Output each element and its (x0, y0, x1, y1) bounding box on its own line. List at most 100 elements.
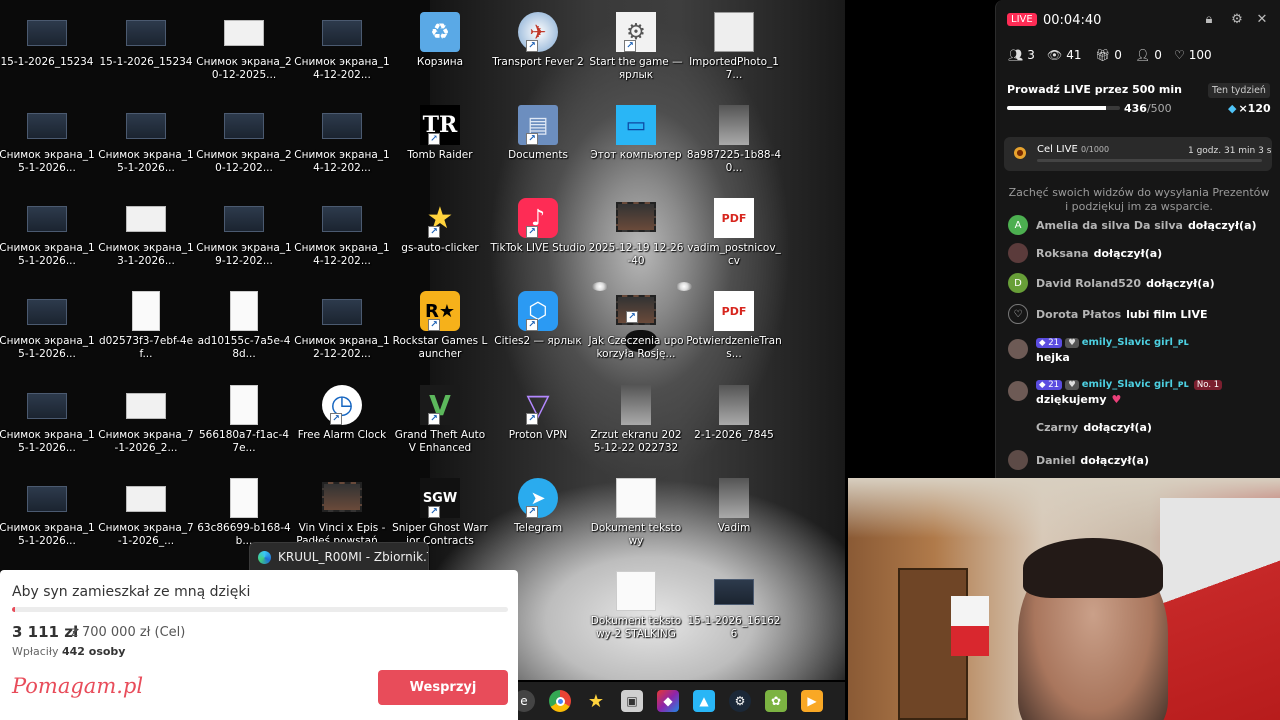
desktop-icon[interactable]: 8a987225-1b88-40... (686, 99, 782, 193)
goal-period-badge[interactable]: Ten tydzień (1208, 83, 1270, 98)
shortcut-arrow-icon: ↗ (526, 413, 538, 425)
chat-username[interactable]: emily_Slavic girl_ᴘʟ (1082, 337, 1189, 348)
avatar[interactable] (1008, 243, 1028, 263)
desktop-icon[interactable]: Снимок экрана_7-1-2026_... (98, 472, 194, 566)
desktop-icon[interactable]: V ↗ Grand Theft Auto V Enhanced (392, 379, 488, 473)
desktop-icon[interactable]: Снимок экрана_15-1-2026... (0, 285, 95, 379)
screen: 15-1-2026_15234 15-1-2026_15234 Снимок экр… (0, 0, 1280, 720)
desktop-icon[interactable]: Zrzut ekranu 2025-12-22 022732 (588, 379, 684, 473)
avatar[interactable] (1008, 339, 1028, 359)
pdf-icon: PDF (714, 198, 754, 238)
desktop-icon[interactable]: 2025-12-19 12-26-40 (588, 192, 684, 286)
desktop-icon[interactable]: Снимок экрана_15-1-2026... (0, 472, 95, 566)
desktop-icon[interactable]: 2-1-2026_7845 (686, 379, 782, 473)
level-badge: ◆ 21 (1036, 379, 1063, 390)
fan-badge: ♥ (1065, 379, 1079, 390)
desktop-icon[interactable]: Снимок экрана_15-1-2026... (0, 192, 95, 286)
chrome-icon[interactable] (549, 690, 571, 712)
desktop-icon[interactable]: Снимок экрана_7-1-2026_2... (98, 379, 194, 473)
desktop-icon[interactable]: Vadim (686, 472, 782, 566)
desktop-icon[interactable]: Снимок экрана_14-12-202... (294, 99, 390, 193)
support-button[interactable]: Wesprzyj (378, 670, 508, 705)
lock-icon[interactable]: 🔒︎ (1202, 13, 1216, 27)
desktop-icon-label: Снимок экрана_15-1-2026... (0, 149, 95, 174)
chat-text: dołączył(a) (1083, 421, 1152, 434)
desktop-icon[interactable]: ➤ ↗ Telegram (490, 472, 586, 566)
desktop-icon[interactable]: ★ ↗ gs-auto-clicker (392, 192, 488, 286)
taskbar-preview-tooltip[interactable]: KRUUL_R00MI - Zbiornik.T... (249, 542, 429, 572)
desktop-icon[interactable]: ♪ ↗ TikTok LIVE Studio (490, 192, 586, 286)
close-icon[interactable]: ✕ (1255, 13, 1269, 27)
desktop-icon[interactable]: ▤ ↗ Documents (490, 99, 586, 193)
avatar[interactable]: A (1008, 215, 1028, 235)
gear-shortcut-icon: ⚙ ↗ (616, 12, 656, 52)
desktop-icon[interactable]: 15-1-2026_15234 (0, 6, 95, 100)
desktop-icon[interactable]: ad10155c-7a5e-48d... (196, 285, 292, 379)
desktop-icon[interactable]: PDF vadim_postnicov_cv (686, 192, 782, 286)
target-label: Cel LIVE (1037, 144, 1078, 155)
desktop-icon[interactable]: 15-1-2026_15234 (98, 6, 194, 100)
desktop-icon-label: Tomb Raider (407, 149, 473, 161)
shortcut-arrow-icon: ↗ (428, 413, 440, 425)
desktop-icon[interactable]: ◷ ↗ Free Alarm Clock (294, 379, 390, 473)
chat-username[interactable]: Roksana (1036, 247, 1089, 260)
desktop-icon[interactable]: Снимок экрана_20-12-2025... (196, 6, 292, 100)
shortcut-arrow-icon: ↗ (428, 133, 440, 145)
webcam-polish-flag-large (1160, 498, 1280, 720)
desktop-icon-label: Rockstar Games Launcher (392, 335, 488, 360)
desktop-icon[interactable]: TR ↗ Tomb Raider (392, 99, 488, 193)
settings-icon[interactable]: ⚙ (1230, 13, 1244, 27)
desktop-icon-label: Снимок экрана_15-1-2026... (0, 429, 95, 454)
desktop-icon[interactable]: ✈ ↗ Transport Fever 2 (490, 6, 586, 100)
stat-new-followers: 👤︎ 0 (1135, 48, 1162, 62)
alarm-clock-icon: ◷ ↗ (322, 385, 362, 425)
desktop-icon[interactable]: Снимок экрана_14-12-202... (294, 6, 390, 100)
desktop-icon[interactable]: d02573f3-7ebf-4ef... (98, 285, 194, 379)
desktop-icon[interactable]: ↗ Jak Czeczenia upokorzyła Rosję... (588, 285, 684, 379)
desktop-icon[interactable]: Снимок экрана_12-12-202... (294, 285, 390, 379)
chat-username[interactable]: Daniel (1036, 454, 1075, 467)
desktop-icon[interactable]: ▽ ↗ Proton VPN (490, 379, 586, 473)
avatar[interactable] (1008, 450, 1028, 470)
desktop-icon[interactable]: Снимок экрана_15-1-2026... (98, 99, 194, 193)
star-icon[interactable]: ★ (585, 690, 607, 712)
avatar[interactable] (1008, 381, 1028, 401)
shortcut-arrow-icon: ↗ (526, 319, 538, 331)
desktop-icon-label: 15-1-2026_15234 (99, 56, 193, 68)
photos-icon[interactable]: ▲ (693, 690, 715, 712)
desktop-icon[interactable]: ♻ Корзина (392, 6, 488, 100)
desktop-icon[interactable]: Dokument tekstowy (588, 472, 684, 566)
desktop-icon[interactable]: Снимок экрана_15-1-2026... (0, 99, 95, 193)
app-icon[interactable]: ◆ (657, 690, 679, 712)
box-icon[interactable]: ▣ (621, 690, 643, 712)
desktop-icon[interactable]: PDF PotwierdzenieTrans... (686, 285, 782, 379)
avatar[interactable]: D (1008, 273, 1028, 293)
chat-username[interactable]: Dorota Płatos (1036, 308, 1121, 321)
desktop-icon[interactable]: R★ ↗ Rockstar Games Launcher (392, 285, 488, 379)
desktop-icon[interactable]: Снимок экрана_19-12-202... (196, 192, 292, 286)
desktop-icon[interactable]: Снимок экрана_13-1-2026... (98, 192, 194, 286)
chat-text: dziękujemy (1036, 393, 1107, 406)
desktop-icon[interactable]: 566180a7-f1ac-47e... (196, 379, 292, 473)
chat-username[interactable]: emily_Slavic girl_ᴘʟ (1082, 379, 1189, 390)
desktop-icon[interactable]: Снимок экрана_20-12-202... (196, 99, 292, 193)
desktop-icon-label: d02573f3-7ebf-4ef... (98, 335, 194, 360)
desktop-icon[interactable]: Dokument tekstowy-2 STALKING (588, 565, 684, 659)
chat-username[interactable]: Amelia da silva Da silva (1036, 219, 1183, 232)
live-target-card[interactable]: ● Cel LIVE 0/1000 1 godz. 31 min 3 s (1004, 137, 1272, 171)
chat-text: dołączył(a) (1080, 453, 1149, 467)
chat-username[interactable]: David Roland520 (1036, 277, 1141, 290)
chat-username[interactable]: Czarny (1036, 421, 1078, 434)
stat-gifts: 🎁︎ 0 (1095, 48, 1122, 62)
desktop-icon[interactable]: Снимок экрана_14-12-202... (294, 192, 390, 286)
desktop-icon[interactable]: 15-1-2026_161626 (686, 565, 782, 659)
desktop-icon[interactable]: ⬡ ↗ Cities2 — ярлык (490, 285, 586, 379)
media-player-icon[interactable]: ▶ (801, 690, 823, 712)
gallery-icon[interactable]: ✿ (765, 690, 787, 712)
steam-icon[interactable]: ⚙ (729, 690, 751, 712)
desktop-icon[interactable]: Снимок экрана_15-1-2026... (0, 379, 95, 473)
desktop-icon[interactable]: ▭ Этот компьютер (588, 99, 684, 193)
desktop-icon[interactable]: ⚙ ↗ Start the game — ярлык (588, 6, 684, 100)
screenshot-thumb-icon (322, 206, 362, 232)
desktop-icon[interactable]: ImportedPhoto_17... (686, 6, 782, 100)
